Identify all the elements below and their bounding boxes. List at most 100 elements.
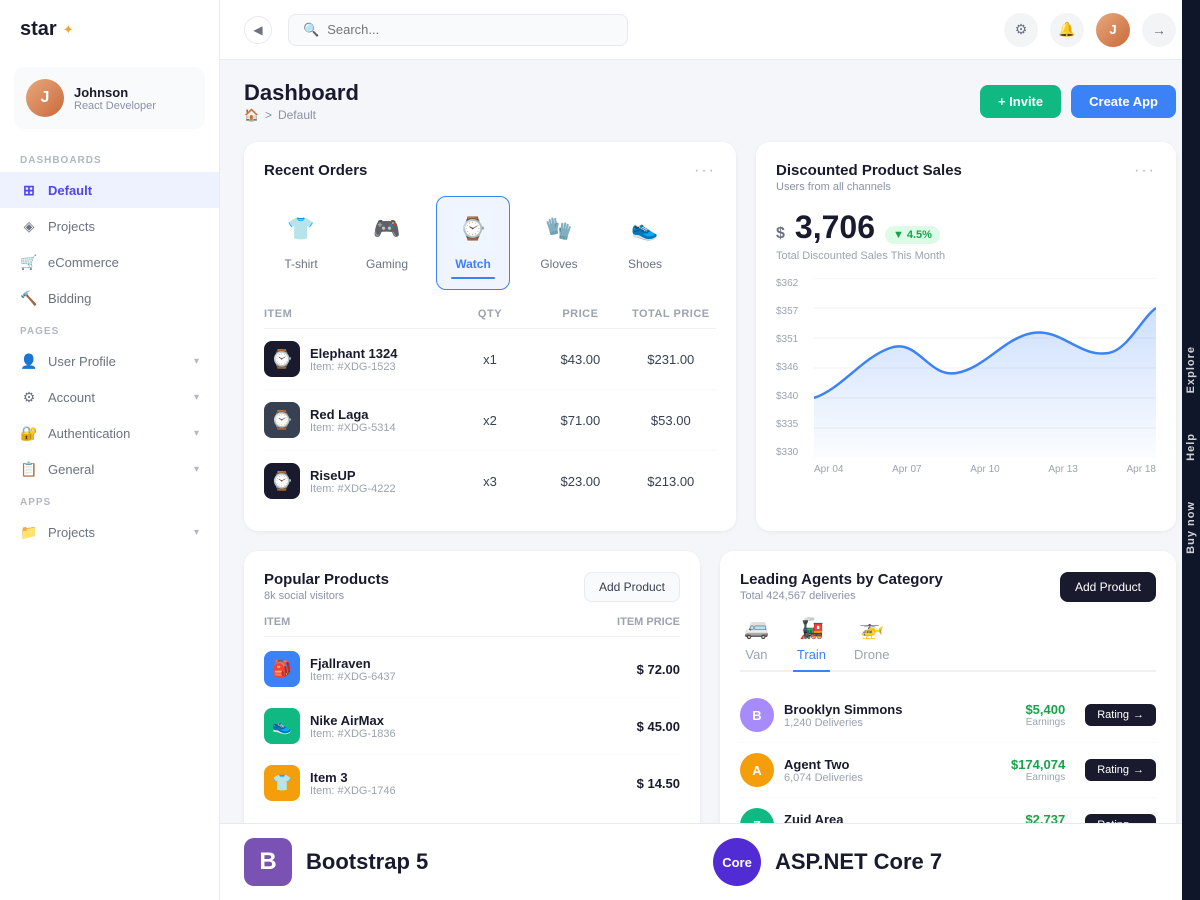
recent-orders-header: Recent Orders ··· [264,162,716,180]
sidebar-item-projects-app[interactable]: 📁 Projects ▾ [0,514,219,550]
tab-tshirt[interactable]: 👕 T-shirt [264,196,338,290]
sidebar-item-label: Account [48,390,95,405]
sidebar-collapse-button[interactable]: ◀ [244,16,272,44]
item-price: $23.00 [535,474,625,489]
table-row: ⌚ Red Laga Item: #XDG-5314 x2 $71.00 $53… [264,390,716,451]
item-sku: Item: #XDG-6437 [310,671,396,683]
buy-now-label[interactable]: Buy now [1185,501,1197,554]
tab-van[interactable]: 🚐 Van [740,608,773,672]
tab-gaming[interactable]: 🎮 Gaming [350,196,424,290]
item-name: Fjallraven [310,656,396,671]
tab-shoes-label: Shoes [628,257,662,271]
y-label-0: $362 [776,278,798,289]
sidebar-item-label: eCommerce [48,255,119,270]
y-label-3: $346 [776,362,798,373]
item-sku: Item: #XDG-5314 [310,422,396,434]
sidebar-item-general[interactable]: 📋 General ▾ [0,451,219,487]
sidebar-item-default[interactable]: ⊞ Default [0,172,219,208]
home-icon: 🏠 [244,108,259,122]
tab-drone-label: Drone [854,647,889,662]
agent-earnings-label: Earnings [995,717,1065,728]
page-header: Dashboard 🏠 > Default + Invite Create Ap… [244,80,1176,122]
tab-gloves-underline [537,277,581,279]
sidebar-item-projects[interactable]: ◈ Projects [0,208,219,244]
add-product-button-2[interactable]: Add Product [1060,572,1156,602]
content-area: Dashboard 🏠 > Default + Invite Create Ap… [220,60,1200,900]
tab-shoes[interactable]: 👟 Shoes [608,196,682,290]
x-label-3: Apr 13 [1048,464,1077,475]
agent-info: Agent Two 6,074 Deliveries [784,757,985,784]
sidebar-item-account[interactable]: ⚙ Account ▾ [0,379,219,415]
list-item: B Brooklyn Simmons 1,240 Deliveries $5,4… [740,688,1156,743]
aspnet-banner: Core ASP.NET Core 7 [713,838,1158,886]
tab-drone[interactable]: 🚁 Drone [850,608,893,672]
discounted-sales-menu-button[interactable]: ··· [1134,162,1156,180]
rating-button[interactable]: Rating → [1085,704,1156,726]
item-price: $ 45.00 [541,719,680,734]
create-app-button[interactable]: Create App [1071,85,1176,118]
popular-products-title-section: Popular Products 8k social visitors [264,571,389,602]
sidebar-item-label: Projects [48,219,95,234]
tab-gaming-label: Gaming [366,257,408,271]
table-row: ⌚ RiseUP Item: #XDG-4222 x3 $23.00 $213.… [264,451,716,511]
item-details: RiseUP Item: #XDG-4222 [310,468,396,495]
dashboard-icon: ⊞ [20,181,38,199]
search-box[interactable]: 🔍 [288,14,628,46]
van-icon: 🚐 [744,616,769,641]
user-avatar-top[interactable]: J [1096,13,1130,47]
sales-badge: ▼ 4.5% [885,226,940,244]
chevron-down-icon: ▾ [194,464,199,475]
pop-table-header: ITEM ITEM PRICE [264,608,680,637]
avatar: J [26,79,64,117]
train-icon: 🚂 [799,616,824,641]
arrow-right-button[interactable]: → [1142,13,1176,47]
bootstrap-label: Bootstrap 5 [306,849,428,875]
item-name: Item 3 [310,770,396,785]
popular-products-subtitle: 8k social visitors [264,590,389,602]
tab-watch-label: Watch [455,257,491,271]
item-details: Red Laga Item: #XDG-5314 [310,407,396,434]
gloves-icon: 🧤 [537,207,581,251]
col-item: ITEM [264,616,541,628]
discounted-sales-title-section: Discounted Product Sales Users from all … [776,162,962,193]
user-profile-icon: 👤 [20,352,38,370]
x-label-1: Apr 07 [892,464,921,475]
sales-label: Total Discounted Sales This Month [776,250,1156,262]
rating-button[interactable]: Rating → [1085,759,1156,781]
chevron-down-icon: ▾ [194,356,199,367]
item-image: ⌚ [264,341,300,377]
recent-orders-title-section: Recent Orders [264,162,367,179]
item-sku: Item: #XDG-1523 [310,361,397,373]
recent-orders-menu-button[interactable]: ··· [694,162,716,180]
recent-orders-title: Recent Orders [264,162,367,179]
sidebar-item-ecommerce[interactable]: 🛒 eCommerce [0,244,219,280]
general-icon: 📋 [20,460,38,478]
sidebar-item-user-profile[interactable]: 👤 User Profile ▾ [0,343,219,379]
add-product-button[interactable]: Add Product [584,572,680,602]
tab-watch-underline [451,277,495,279]
collapse-icon: ◀ [253,23,262,37]
help-label[interactable]: Help [1185,433,1197,461]
agent-name: Agent Two [784,757,985,772]
notifications-button[interactable]: 🔔 [1050,13,1084,47]
item-name: RiseUP [310,468,396,483]
sidebar-item-bidding[interactable]: 🔨 Bidding [0,280,219,316]
invite-button[interactable]: + Invite [980,85,1061,118]
settings-button[interactable]: ⚙ [1004,13,1038,47]
item-details: Item 3 Item: #XDG-1746 [310,770,396,797]
tab-watch[interactable]: ⌚ Watch [436,196,510,290]
drone-icon: 🚁 [859,616,884,641]
user-card[interactable]: J Johnson React Developer [14,67,205,129]
y-label-2: $351 [776,334,798,345]
bootstrap-icon: B [244,838,292,886]
y-label-6: $330 [776,447,798,458]
tab-train[interactable]: 🚂 Train [793,608,830,672]
search-input[interactable] [327,22,613,37]
agent-earnings: $5,400 [995,702,1065,717]
tab-gloves[interactable]: 🧤 Gloves [522,196,596,290]
sidebar-item-authentication[interactable]: 🔐 Authentication ▾ [0,415,219,451]
topbar: ◀ 🔍 ⚙ 🔔 J → [220,0,1200,60]
col-qty: QTY [445,308,535,320]
agent-deliveries: 6,074 Deliveries [784,772,985,784]
explore-label[interactable]: Explore [1185,346,1197,393]
